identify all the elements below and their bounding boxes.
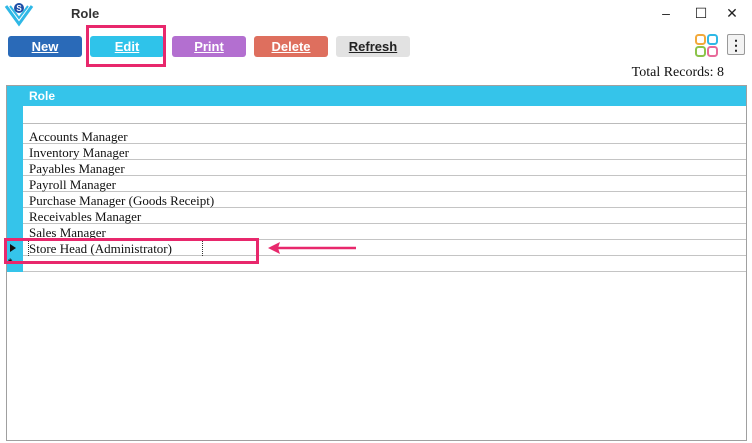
role-cell[interactable]: Payables Manager	[29, 161, 125, 177]
annotation-arrow-icon	[268, 242, 356, 254]
role-cell[interactable]: Accounts Manager	[29, 129, 128, 145]
edit-highlight-box	[86, 25, 166, 67]
minimize-button[interactable]: –	[656, 4, 676, 22]
title-bar: S Role – ☐ ✕	[0, 0, 752, 28]
svg-text:S: S	[16, 4, 22, 13]
role-cell[interactable]: Inventory Manager	[29, 145, 129, 161]
total-records-label: Total Records: 8	[631, 65, 724, 80]
delete-button[interactable]: Delete	[254, 36, 328, 57]
table-row[interactable]: Inventory Manager	[23, 144, 746, 160]
window-title: Role	[71, 6, 100, 21]
grid-header: Role	[7, 86, 746, 106]
role-cell[interactable]: Receivables Manager	[29, 209, 141, 225]
close-button[interactable]: ✕	[722, 4, 742, 22]
table-row[interactable]: Receivables Manager	[23, 208, 746, 224]
role-cell[interactable]: Purchase Manager (Goods Receipt)	[29, 193, 214, 209]
print-button[interactable]: Print	[172, 36, 246, 57]
column-header-role[interactable]: Role	[29, 89, 55, 103]
filter-row[interactable]	[23, 106, 746, 124]
role-cell[interactable]: Payroll Manager	[29, 177, 116, 193]
new-button[interactable]: New	[8, 36, 82, 57]
app-logo-icon: S	[4, 3, 34, 27]
more-options-button[interactable]: ⋮	[727, 34, 745, 55]
selected-row-highlight-box	[4, 238, 259, 264]
maximize-button[interactable]: ☐	[691, 4, 711, 22]
table-row[interactable]: Payables Manager	[23, 160, 746, 176]
table-row[interactable]: Accounts Manager	[23, 128, 746, 144]
table-row[interactable]: Purchase Manager (Goods Receipt)	[23, 192, 746, 208]
table-row[interactable]: Payroll Manager	[23, 176, 746, 192]
refresh-button[interactable]: Refresh	[336, 36, 410, 57]
apps-grid-icon[interactable]	[695, 34, 719, 58]
